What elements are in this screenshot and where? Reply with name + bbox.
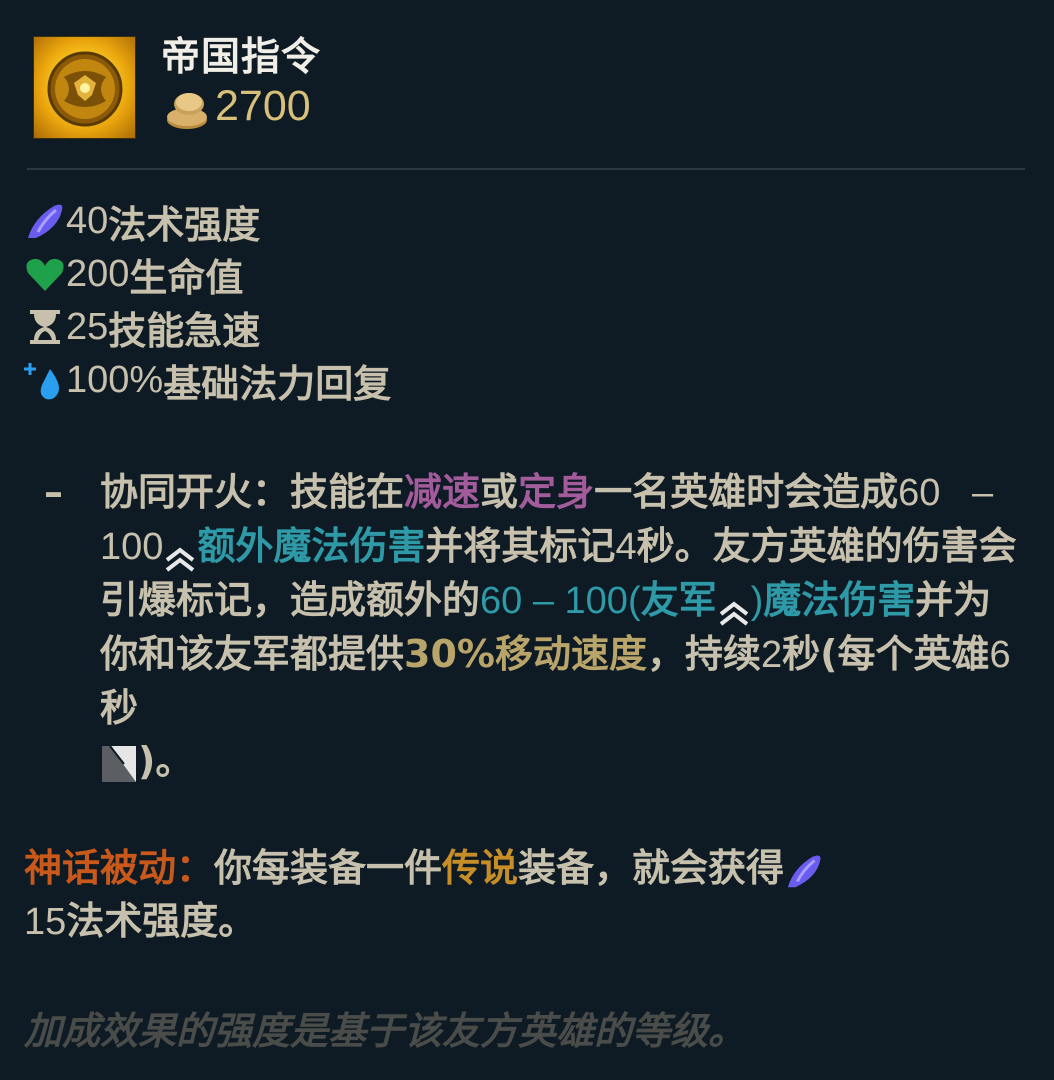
ability-power-icon <box>24 200 66 242</box>
stat-ability-haste: 25 技能急速 <box>24 302 260 353</box>
passive-name: 协同开火： <box>100 470 291 514</box>
keyword-slow: 减速 <box>404 470 481 514</box>
move-speed-bonus: 30%移动速度 <box>404 632 647 676</box>
gold-coin-icon <box>163 90 209 132</box>
item-tooltip: 帝国指令 2700 40 法术强度 200 生命值 25 技能急速 100% 基础 <box>0 0 1054 1080</box>
magic-damage: 魔法伤害 <box>763 578 916 622</box>
health-heart-icon <box>24 253 66 295</box>
level-scaling-icon <box>163 535 197 572</box>
mana-regen-icon <box>24 359 66 401</box>
stat-health: 200 生命值 <box>24 249 243 300</box>
stat-mana-regen: 100% 基础法力回复 <box>24 355 391 406</box>
cooldown-icon <box>100 744 138 784</box>
ability-power-icon <box>784 851 824 891</box>
golden-orb-icon <box>33 36 136 139</box>
item-cost: 2700 <box>215 82 311 130</box>
footnote: 加成效果的强度是基于该友方英雄的等级。 <box>24 1009 747 1053</box>
passive-description: – 协同开火：技能在减速或定身一名英雄时会造成60 – 100 额外魔法伤害并将其… <box>44 466 1029 788</box>
keyword-immobilize: 定身 <box>518 470 595 514</box>
divider <box>27 168 1025 170</box>
hourglass-icon <box>24 306 66 348</box>
stat-ability-power: 40 法术强度 <box>24 196 260 247</box>
keyword-legendary: 传说 <box>442 846 519 890</box>
item-name: 帝国指令 <box>161 35 322 80</box>
ally-damage-range: 60 – 100 <box>480 580 628 622</box>
mythic-passive: 神话被动：你每装备一件传说装备，就会获得 15法术强度。 <box>24 842 1024 949</box>
mythic-label: 神话被动： <box>24 846 215 890</box>
keyword-ally: 友军 <box>640 578 717 622</box>
ally-level-scaling-icon <box>717 589 751 626</box>
bullet-dash: – <box>44 470 63 514</box>
bonus-magic-damage: 额外魔法伤害 <box>197 524 426 568</box>
